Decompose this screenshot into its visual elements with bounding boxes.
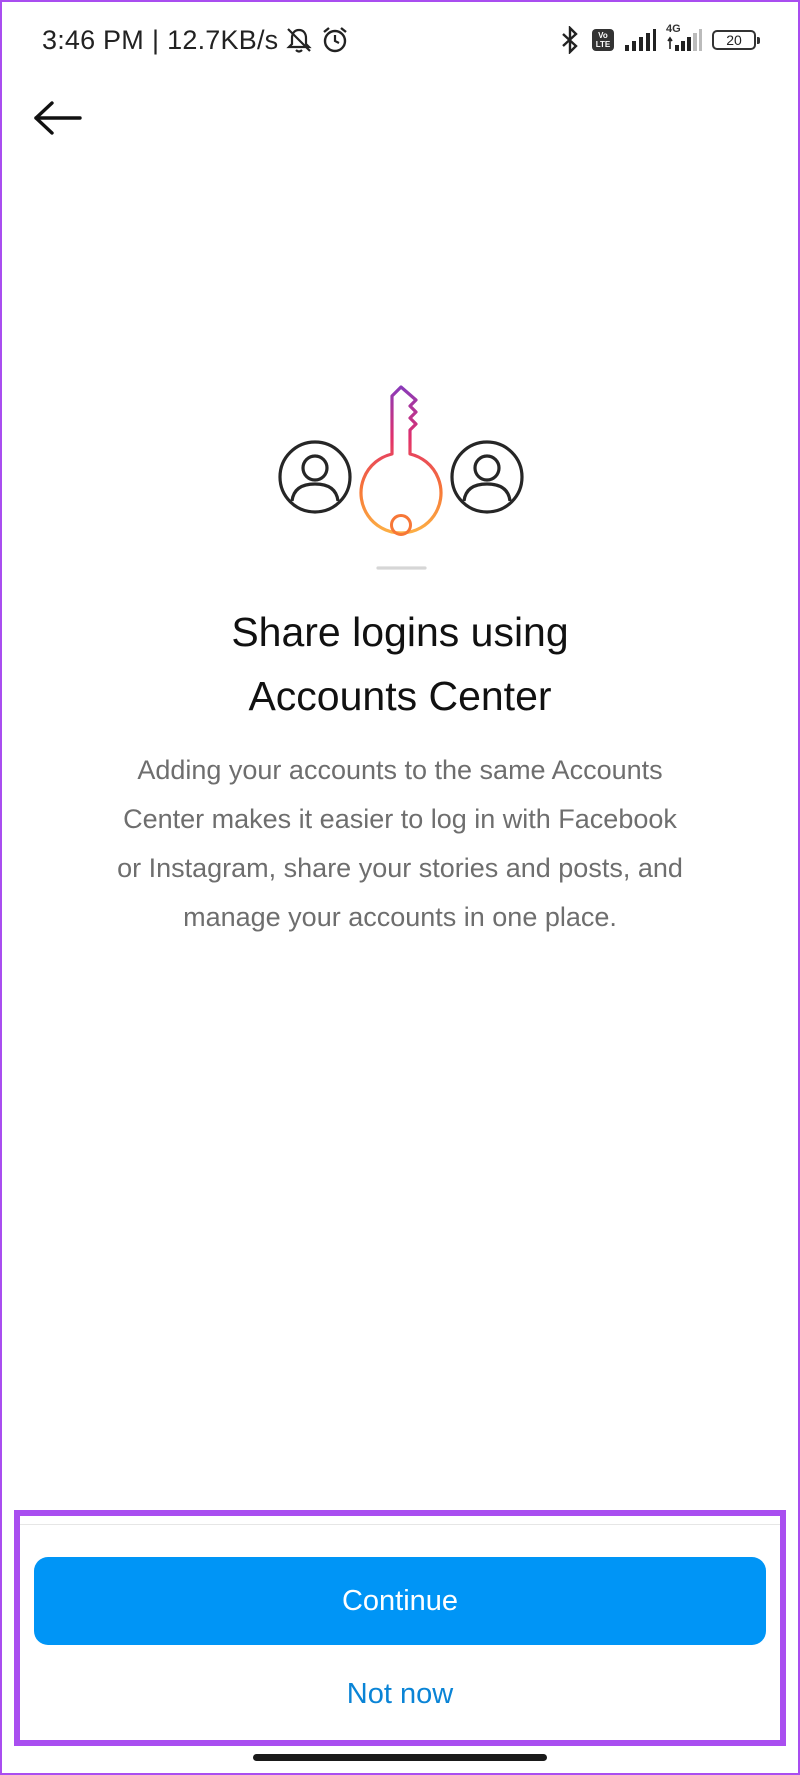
accounts-center-illustration xyxy=(278,385,524,570)
battery-icon: 20 xyxy=(712,30,760,50)
back-arrow-icon[interactable] xyxy=(33,101,83,135)
continue-label: Continue xyxy=(341,1584,459,1617)
back-button[interactable] xyxy=(30,95,86,141)
title-line-2: Accounts Center xyxy=(248,673,552,719)
user-circle-icon xyxy=(450,440,524,514)
status-bar: 3:46 PM | 12.7KB/s Vo LTE 4G 20 xyxy=(0,0,800,80)
description-line-2: Center makes it easier to log in with Fa… xyxy=(123,804,677,834)
mute-notifications-icon xyxy=(286,28,312,53)
home-indicator[interactable] xyxy=(253,1754,547,1761)
status-time: 3:46 PM xyxy=(42,24,144,55)
not-now-button[interactable]: Not now xyxy=(250,1670,550,1718)
status-separator: | xyxy=(151,24,160,55)
signal-icon xyxy=(625,29,656,51)
volte-label-top: Vo xyxy=(598,31,608,40)
bottom-divider xyxy=(14,1524,786,1525)
volte-label-bottom: LTE xyxy=(595,40,611,49)
not-now-label: Not now xyxy=(346,1677,454,1710)
battery-level: 20 xyxy=(726,32,742,48)
4g-signal-icon: 4G xyxy=(666,23,702,53)
key-icon xyxy=(359,385,443,570)
description-line-3: or Instagram, share your stories and pos… xyxy=(117,853,683,883)
network-speed: 12.7KB/s xyxy=(167,24,279,55)
description-line-1: Adding your accounts to the same Account… xyxy=(137,755,663,785)
bluetooth-icon xyxy=(562,26,578,54)
page-description: Adding your accounts to the same Account… xyxy=(60,746,740,942)
status-left: 3:46 PM | 12.7KB/s xyxy=(42,20,350,60)
page-title: Share logins using Accounts Center xyxy=(40,600,760,728)
status-right: Vo LTE 4G 20 xyxy=(558,22,760,58)
volte-icon: Vo LTE xyxy=(592,29,614,51)
user-circle-icon xyxy=(278,440,352,514)
continue-button[interactable]: Continue xyxy=(34,1557,766,1645)
alarm-icon xyxy=(323,27,348,53)
description-line-4: manage your accounts in one place. xyxy=(183,902,617,932)
title-line-1: Share logins using xyxy=(231,609,569,655)
